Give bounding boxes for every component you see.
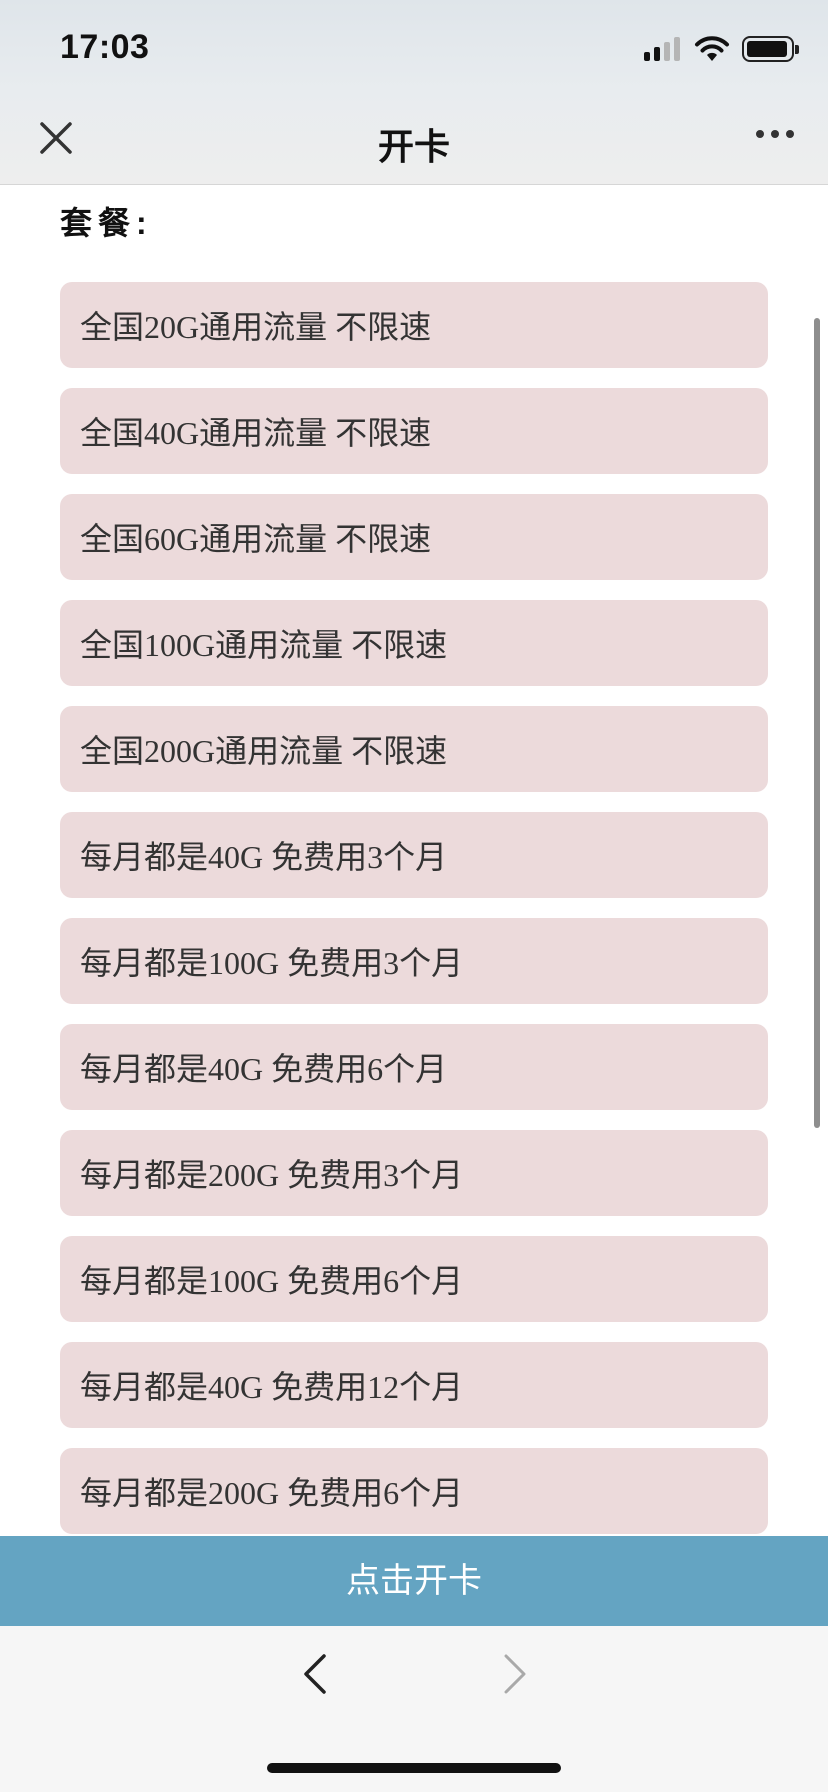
cellular-signal-icon [644,37,680,61]
plan-option[interactable]: 全国20G通用流量 不限速 [60,282,768,368]
plan-option[interactable]: 全国100G通用流量 不限速 [60,600,768,686]
wifi-icon [695,36,729,61]
plan-option[interactable]: 每月都是40G 免费用3个月 [60,812,768,898]
forward-arrow-icon[interactable] [500,1652,530,1696]
battery-icon [742,36,799,62]
plan-option[interactable]: 全国60G通用流量 不限速 [60,494,768,580]
plan-option[interactable]: 每月都是200G 免费用3个月 [60,1130,768,1216]
plan-option[interactable]: 每月都是40G 免费用12个月 [60,1342,768,1428]
scrollbar[interactable] [814,318,820,1128]
plan-option[interactable]: 全国40G通用流量 不限速 [60,388,768,474]
plan-option[interactable]: 每月都是100G 免费用3个月 [60,918,768,1004]
plan-option[interactable]: 全国200G通用流量 不限速 [60,706,768,792]
status-icons [644,34,799,64]
plan-option[interactable]: 每月都是200G 免费用6个月 [60,1448,768,1534]
plan-option[interactable]: 每月都是40G 免费用6个月 [60,1024,768,1110]
plan-list: 全国20G通用流量 不限速 全国40G通用流量 不限速 全国60G通用流量 不限… [60,282,768,1554]
status-time: 17:03 [60,28,150,66]
plan-option[interactable]: 每月都是100G 免费用6个月 [60,1236,768,1322]
more-options-icon[interactable] [756,130,794,138]
top-chrome: 17:03 开卡 [0,0,828,185]
page-title: 开卡 [377,126,450,167]
back-arrow-icon[interactable] [300,1652,330,1696]
open-card-button[interactable]: 点击开卡 [0,1536,828,1626]
plan-section-label: 套餐: [60,205,153,241]
home-indicator [267,1763,561,1773]
